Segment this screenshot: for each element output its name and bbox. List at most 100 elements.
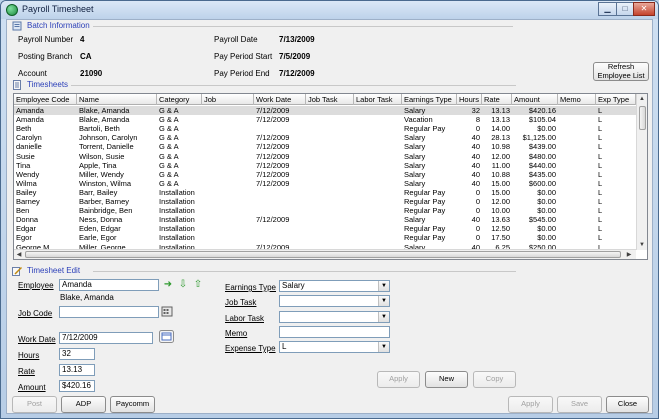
chevron-down-icon[interactable]: ▼ xyxy=(378,296,389,306)
maximize-button[interactable]: □ xyxy=(616,2,634,16)
footer-apply-button[interactable]: Apply xyxy=(508,396,553,413)
table-cell: L xyxy=(598,169,603,179)
column-header[interactable]: Name xyxy=(77,94,157,105)
table-row[interactable]: Bailey Barr, Bailey Installation Regular Pa… xyxy=(14,188,636,197)
table-row[interactable]: Wilma Winston, Wilma G & A 7/12/2009 Salary 4… xyxy=(14,179,636,188)
table-cell: Salary xyxy=(404,106,426,115)
adp-button[interactable]: ADP xyxy=(61,396,106,413)
labor-task-select[interactable]: ▼ xyxy=(279,311,390,323)
job-lookup-icon[interactable] xyxy=(161,305,173,317)
column-header[interactable]: Amount xyxy=(512,94,558,105)
table-cell: L xyxy=(598,187,603,197)
table-cell xyxy=(202,124,254,133)
work-date-input[interactable]: 7/12/2009 xyxy=(59,332,153,344)
scroll-up-icon[interactable]: ▲ xyxy=(637,94,647,104)
timesheet-grid[interactable]: Employee Code Name Category Job Work Date Job… xyxy=(13,93,648,260)
employee-input[interactable]: Amanda xyxy=(59,279,159,291)
table-row[interactable]: Wendy Miller, Wendy G & A 7/12/2009 Salary 40… xyxy=(14,170,636,179)
column-header[interactable]: Work Date xyxy=(254,94,306,105)
payroll-number-value: 4 xyxy=(80,35,85,44)
column-header[interactable]: Employee Code xyxy=(14,94,77,105)
post-button[interactable]: Post xyxy=(12,396,57,413)
close-button[interactable]: Close xyxy=(606,396,649,413)
vertical-scrollbar[interactable]: ▲ ▼ xyxy=(636,94,647,250)
close-window-button[interactable]: ✕ xyxy=(633,2,655,16)
table-cell xyxy=(202,152,254,161)
table-cell xyxy=(558,170,596,179)
table-cell: 10.88 xyxy=(491,169,510,179)
table-row[interactable]: Edgar Eden, Edgar Installation Regular Pay 0… xyxy=(14,224,636,233)
table-cell: 0 xyxy=(475,233,480,243)
up-arrow-icon[interactable]: ⇧ xyxy=(192,279,204,291)
column-header[interactable]: Rate xyxy=(482,94,512,105)
timesheets-heading: Timesheets xyxy=(27,80,69,89)
new-button[interactable]: New xyxy=(425,371,468,388)
table-cell: $0.00 xyxy=(537,233,556,243)
save-button[interactable]: Save xyxy=(557,396,602,413)
table-cell: $0.00 xyxy=(537,124,556,134)
table-row[interactable]: Carolyn Johnson, Carolyn G & A 7/12/2009 Sal… xyxy=(14,133,636,142)
table-cell: G & A xyxy=(159,169,179,179)
table-cell xyxy=(306,215,354,224)
horizontal-scrollbar[interactable]: ◀ ▶ xyxy=(14,249,636,259)
expense-type-select[interactable]: L ▼ xyxy=(279,341,390,353)
column-header[interactable]: Memo xyxy=(558,94,596,105)
table-cell xyxy=(558,206,596,215)
table-cell: Johnson, Carolyn xyxy=(79,133,138,143)
table-cell: Salary xyxy=(404,215,426,225)
table-cell: Amanda xyxy=(16,115,44,125)
minimize-button[interactable]: ▁ xyxy=(598,2,617,16)
table-row[interactable]: Egor Earle, Egor Installation Regular Pay 0 1… xyxy=(14,233,636,242)
scroll-down-icon[interactable]: ▼ xyxy=(637,240,647,250)
table-cell xyxy=(558,215,596,224)
table-cell: L xyxy=(598,124,603,134)
title-bar[interactable]: Payroll Timesheet ▁ □ ✕ xyxy=(1,1,658,19)
column-header[interactable]: Earnings Type xyxy=(402,94,457,105)
table-row[interactable]: Donna Ness, Donna Installation 7/12/2009 Sal… xyxy=(14,215,636,224)
table-cell xyxy=(202,161,254,170)
job-task-select[interactable]: ▼ xyxy=(279,295,390,307)
table-cell: L xyxy=(598,160,603,170)
copy-button[interactable]: Copy xyxy=(473,371,516,388)
table-row[interactable]: Susie Wilson, Susie G & A 7/12/2009 Salary 40… xyxy=(14,152,636,161)
hours-input[interactable]: 32 xyxy=(59,348,95,360)
table-row[interactable]: Amanda Blake, Amanda G & A 7/12/2009 Vacatio… xyxy=(14,115,636,124)
down-arrow-icon[interactable]: ⇩ xyxy=(177,279,189,291)
chevron-down-icon[interactable]: ▼ xyxy=(378,342,389,352)
column-header[interactable]: Job xyxy=(202,94,254,105)
paycomm-button[interactable]: Paycomm xyxy=(110,396,155,413)
table-row[interactable]: Tina Apple, Tina G & A 7/12/2009 Salary 40 11.… xyxy=(14,161,636,170)
vertical-scroll-thumb[interactable] xyxy=(639,106,646,130)
memo-input[interactable] xyxy=(279,326,390,338)
column-header[interactable]: Hours xyxy=(457,94,482,105)
amount-input[interactable]: $420.16 xyxy=(59,380,95,392)
go-arrow-icon[interactable]: ➜ xyxy=(162,279,174,291)
refresh-employee-list-button[interactable]: Refresh Employee List xyxy=(593,62,649,81)
edit-apply-button[interactable]: Apply xyxy=(377,371,420,388)
table-cell xyxy=(306,106,354,115)
horizontal-scroll-thumb[interactable] xyxy=(25,251,621,258)
table-cell xyxy=(202,106,254,115)
table-cell: Installation xyxy=(159,187,195,197)
table-row[interactable]: Ben Bainbridge, Ben Installation Regular Pa… xyxy=(14,206,636,215)
column-header[interactable]: Category xyxy=(157,94,202,105)
earnings-type-select[interactable]: Salary ▼ xyxy=(279,280,390,292)
table-row[interactable]: Beth Bartoli, Beth G & A Regular Pay 0 14.00 $… xyxy=(14,124,636,133)
column-header[interactable]: Job Task xyxy=(306,94,354,105)
table-cell: Regular Pay xyxy=(404,124,446,134)
table-row[interactable]: danielle Torrent, Danielle G & A 7/12/2009 S… xyxy=(14,142,636,151)
chevron-down-icon[interactable]: ▼ xyxy=(378,312,389,322)
table-cell: 7/12/2009 xyxy=(256,151,290,161)
column-header[interactable]: Exp Type xyxy=(596,94,636,105)
job-code-input[interactable] xyxy=(59,306,159,318)
table-cell: Barney xyxy=(16,197,40,206)
rate-input[interactable]: 13.13 xyxy=(59,364,95,376)
table-row[interactable]: Barney Barber, Barney Installation Regular … xyxy=(14,197,636,206)
calendar-icon[interactable] xyxy=(159,330,174,343)
scroll-right-icon[interactable]: ▶ xyxy=(624,250,634,259)
table-row[interactable]: Amanda Blake, Amanda G & A 7/12/2009 Salary 3… xyxy=(14,106,636,116)
column-header[interactable]: Labor Task xyxy=(354,94,402,105)
chevron-down-icon[interactable]: ▼ xyxy=(378,281,389,291)
scroll-left-icon[interactable]: ◀ xyxy=(14,250,24,259)
account-label: Account xyxy=(18,69,47,78)
